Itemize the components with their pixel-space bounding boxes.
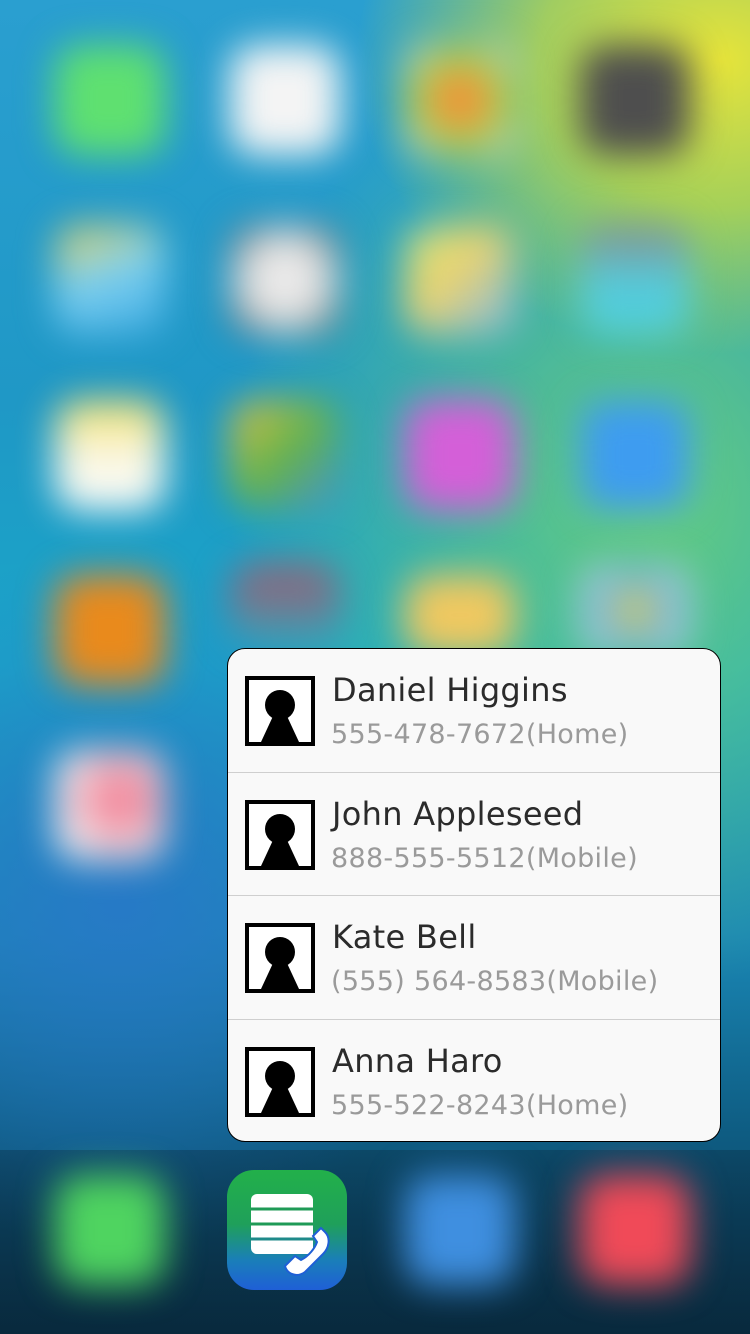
- contact-name: Kate Bell: [332, 918, 477, 956]
- contact-avatar-icon: [245, 923, 315, 993]
- blurred-home-icon: [405, 575, 515, 655]
- contact-avatar-icon: [245, 799, 315, 870]
- contact-phone: 555-522-8243(Home): [331, 1089, 629, 1121]
- contact-avatar-icon: [245, 1046, 315, 1117]
- blurred-itunes-icon: [405, 400, 515, 510]
- blurred-news-icon: [230, 565, 340, 645]
- blurred-safari-icon: [405, 1175, 515, 1285]
- contact-phone: 888-555-5512(Mobile): [331, 842, 638, 874]
- contact-phone: 555-478-7672(Home): [331, 719, 629, 750]
- blurred-gamecenter-icon: [580, 565, 690, 655]
- blurred-health-icon: [55, 750, 165, 860]
- blurred-reminders-icon: [230, 400, 340, 510]
- contact-name: Anna Haro: [332, 1041, 503, 1080]
- contact-avatar-icon: [245, 676, 315, 746]
- blurred-ibooks-icon: [55, 575, 165, 685]
- blurred-calendar-icon: [230, 45, 340, 155]
- blurred-phone-icon: [55, 1175, 165, 1285]
- quick-action-item[interactable]: Anna Haro 555-522-8243(Home): [228, 1020, 720, 1142]
- blurred-music-icon: [580, 1175, 690, 1285]
- blurred-weather-icon: [55, 225, 165, 335]
- blurred-photos-icon: [405, 45, 515, 155]
- blurred-videos-icon: [580, 225, 690, 335]
- quick-action-item[interactable]: Daniel Higgins 555-478-7672(Home): [228, 649, 720, 773]
- blurred-appstore-icon: [580, 400, 690, 510]
- blurred-notes-icon: [55, 400, 165, 510]
- blurred-maps-icon: [405, 225, 515, 335]
- quick-actions-menu: Daniel Higgins 555-478-7672(Home) John A…: [227, 648, 721, 1142]
- blurred-clock-icon: [230, 225, 340, 335]
- blurred-camera-icon: [580, 45, 690, 155]
- quick-action-item[interactable]: John Appleseed 888-555-5512(Mobile): [228, 773, 720, 896]
- contact-name: John Appleseed: [332, 794, 584, 833]
- contact-phone: (555) 564-8583(Mobile): [331, 966, 659, 997]
- contacts-dialer-app-icon[interactable]: [227, 1170, 347, 1290]
- blurred-messages-icon: [55, 45, 165, 155]
- contact-name: Daniel Higgins: [332, 671, 568, 709]
- quick-action-item[interactable]: Kate Bell (555) 564-8583(Mobile): [228, 896, 720, 1020]
